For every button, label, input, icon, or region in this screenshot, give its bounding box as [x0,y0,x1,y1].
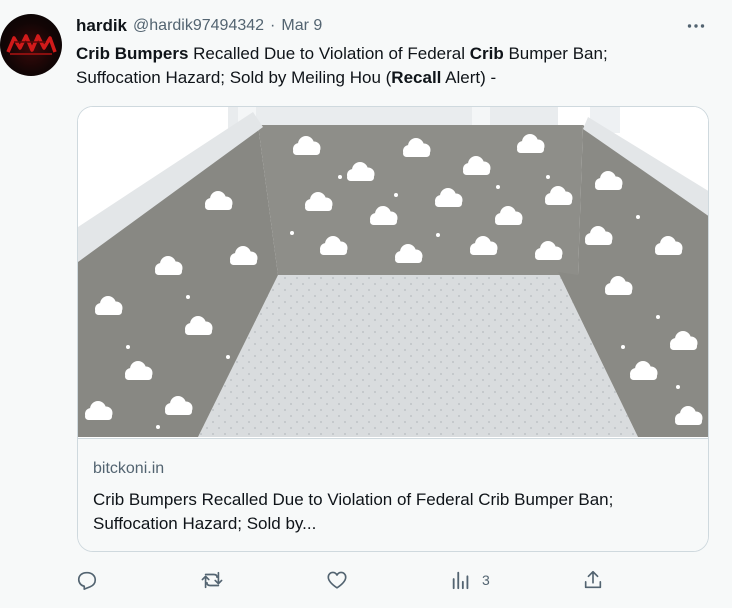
retweet-icon [201,571,223,589]
nvs-logo-icon [6,34,57,55]
heart-icon [327,571,347,589]
views-chart-icon [452,571,469,590]
tweet-text-part: Recalled Due to Violation of Federal [188,44,470,63]
separator-dot: · [270,17,276,34]
tweet[interactable]: hardik @hardik97494342 · Mar 9 Crib Bump… [0,0,732,608]
reply-button[interactable] [76,566,98,594]
timestamp[interactable]: Mar 9 [281,17,322,35]
more-options-button[interactable] [684,14,708,38]
views-button[interactable]: 3 [450,566,490,594]
user-handle[interactable]: @hardik97494342 [133,17,264,35]
card-title[interactable]: Crib Bumpers Recalled Due to Violation o… [93,488,693,536]
avatar[interactable] [0,14,62,76]
share-icon [584,570,602,589]
reply-icon [77,571,97,590]
tweet-text-part: Alert) - [441,68,497,87]
tweet-header: hardik @hardik97494342 · Mar 9 [76,14,322,38]
more-horizontal-icon [687,24,705,28]
action-bar: 3 [76,566,636,594]
tweet-text-part: Crib Bumpers [76,44,189,63]
display-name[interactable]: hardik [76,16,127,36]
card-image[interactable] [78,107,708,437]
tweet-text-part: Crib [469,44,504,63]
crib-bumper-photo [78,107,708,437]
card-domain[interactable]: bitckoni.in [93,460,164,478]
share-button[interactable] [582,566,604,594]
like-button[interactable] [326,566,348,594]
tweet-text: Crib Bumpers Recalled Due to Violation o… [76,42,696,90]
card-meta[interactable]: bitckoni.in Crib Bumpers Recalled Due to… [78,438,708,551]
views-count: 3 [482,572,490,588]
link-preview-card[interactable]: bitckoni.in Crib Bumpers Recalled Due to… [77,106,709,552]
tweet-text-part: Recall [391,68,442,87]
retweet-button[interactable] [200,566,224,594]
